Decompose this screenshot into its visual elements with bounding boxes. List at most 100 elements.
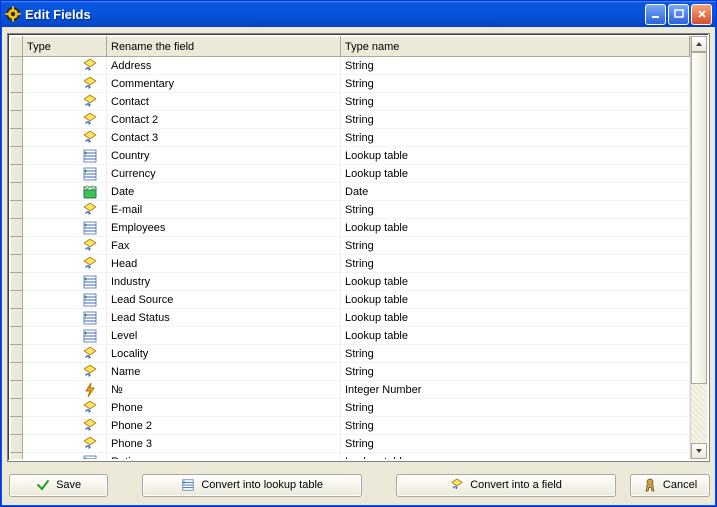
type-name-cell: String <box>341 363 690 381</box>
type-name-cell: Lookup table <box>341 273 690 291</box>
scroll-thumb[interactable] <box>691 52 707 384</box>
row-gutter[interactable] <box>11 57 23 75</box>
row-gutter[interactable] <box>11 75 23 93</box>
lookup-icon <box>82 220 98 236</box>
fields-grid[interactable]: Type Rename the field Type name AddressS… <box>7 33 710 462</box>
row-gutter[interactable] <box>11 399 23 417</box>
type-name-cell: Lookup table <box>341 147 690 165</box>
field-name-cell: Contact <box>107 93 341 111</box>
table-row[interactable]: LocalityString <box>11 345 690 363</box>
row-gutter[interactable] <box>11 255 23 273</box>
field-name-cell: Date <box>107 183 341 201</box>
field-name-cell: Head <box>107 255 341 273</box>
table-row[interactable]: RatingLookup table <box>11 453 690 460</box>
grid-header-gutter[interactable] <box>11 37 23 57</box>
table-row[interactable]: FaxString <box>11 237 690 255</box>
table-row[interactable]: NameString <box>11 363 690 381</box>
scroll-track[interactable] <box>691 52 707 443</box>
table-row[interactable]: Lead SourceLookup table <box>11 291 690 309</box>
type-name-cell: String <box>341 435 690 453</box>
scroll-down-button[interactable] <box>691 443 707 459</box>
row-gutter[interactable] <box>11 183 23 201</box>
scroll-up-button[interactable] <box>691 36 707 52</box>
type-icon-cell <box>23 111 107 129</box>
field-name-cell: Locality <box>107 345 341 363</box>
type-name-cell: String <box>341 255 690 273</box>
table-row[interactable]: CommentaryString <box>11 75 690 93</box>
col-header-type[interactable]: Type <box>23 37 107 57</box>
type-name-cell: String <box>341 237 690 255</box>
row-gutter[interactable] <box>11 201 23 219</box>
type-name-cell: String <box>341 93 690 111</box>
field-icon <box>82 76 98 92</box>
field-name-cell: Address <box>107 57 341 75</box>
convert-to-lookup-button[interactable]: Convert into lookup table <box>142 474 362 497</box>
row-gutter[interactable] <box>11 453 23 460</box>
row-gutter[interactable] <box>11 165 23 183</box>
grid-header-row: Type Rename the field Type name <box>11 37 690 57</box>
type-icon-cell <box>23 93 107 111</box>
row-gutter[interactable] <box>11 273 23 291</box>
table-row[interactable]: HeadString <box>11 255 690 273</box>
row-gutter[interactable] <box>11 93 23 111</box>
convert-to-field-button[interactable]: Convert into a field <box>396 474 616 497</box>
table-row[interactable]: Phone 3String <box>11 435 690 453</box>
number-icon <box>82 382 98 398</box>
table-row[interactable]: CurrencyLookup table <box>11 165 690 183</box>
field-name-cell: Lead Status <box>107 309 341 327</box>
table-row[interactable]: ContactString <box>11 93 690 111</box>
field-icon <box>450 478 464 492</box>
col-header-rename[interactable]: Rename the field <box>107 37 341 57</box>
row-gutter[interactable] <box>11 219 23 237</box>
table-row[interactable]: Phone 2String <box>11 417 690 435</box>
client-area: Type Rename the field Type name AddressS… <box>1 27 716 506</box>
titlebar[interactable]: Edit Fields <box>1 1 716 27</box>
cancel-button-label: Cancel <box>663 479 697 491</box>
type-icon-cell <box>23 273 107 291</box>
cancel-button[interactable]: Cancel <box>630 474 710 497</box>
table-row[interactable]: №Integer Number <box>11 381 690 399</box>
table-row[interactable]: AddressString <box>11 57 690 75</box>
table-row[interactable]: DateDate <box>11 183 690 201</box>
row-gutter[interactable] <box>11 147 23 165</box>
row-gutter[interactable] <box>11 417 23 435</box>
field-icon <box>82 238 98 254</box>
table-row[interactable]: Contact 3String <box>11 129 690 147</box>
table-row[interactable]: E-mailString <box>11 201 690 219</box>
table-row[interactable]: IndustryLookup table <box>11 273 690 291</box>
field-icon <box>82 58 98 74</box>
lookup-icon <box>82 292 98 308</box>
table-row[interactable]: Contact 2String <box>11 111 690 129</box>
table-row[interactable]: Lead StatusLookup table <box>11 309 690 327</box>
table-row[interactable]: EmployeesLookup table <box>11 219 690 237</box>
field-name-cell: Phone 3 <box>107 435 341 453</box>
row-gutter[interactable] <box>11 129 23 147</box>
row-gutter[interactable] <box>11 327 23 345</box>
type-icon-cell <box>23 417 107 435</box>
table-row[interactable]: PhoneString <box>11 399 690 417</box>
close-button[interactable] <box>691 4 712 25</box>
maximize-button[interactable] <box>668 4 689 25</box>
field-icon <box>82 94 98 110</box>
row-gutter[interactable] <box>11 435 23 453</box>
vertical-scrollbar[interactable] <box>690 36 707 459</box>
row-gutter[interactable] <box>11 291 23 309</box>
table-row[interactable]: CountryLookup table <box>11 147 690 165</box>
row-gutter[interactable] <box>11 381 23 399</box>
field-icon <box>82 202 98 218</box>
save-button[interactable]: Save <box>9 474 108 497</box>
type-name-cell: Date <box>341 183 690 201</box>
minimize-button[interactable] <box>645 4 666 25</box>
type-name-cell: String <box>341 201 690 219</box>
row-gutter[interactable] <box>11 309 23 327</box>
row-gutter[interactable] <box>11 111 23 129</box>
col-header-typename[interactable]: Type name <box>341 37 690 57</box>
lookup-icon <box>82 274 98 290</box>
row-gutter[interactable] <box>11 237 23 255</box>
type-name-cell: String <box>341 75 690 93</box>
row-gutter[interactable] <box>11 363 23 381</box>
table-row[interactable]: LevelLookup table <box>11 327 690 345</box>
row-gutter[interactable] <box>11 345 23 363</box>
type-name-cell: String <box>341 111 690 129</box>
type-icon-cell <box>23 201 107 219</box>
